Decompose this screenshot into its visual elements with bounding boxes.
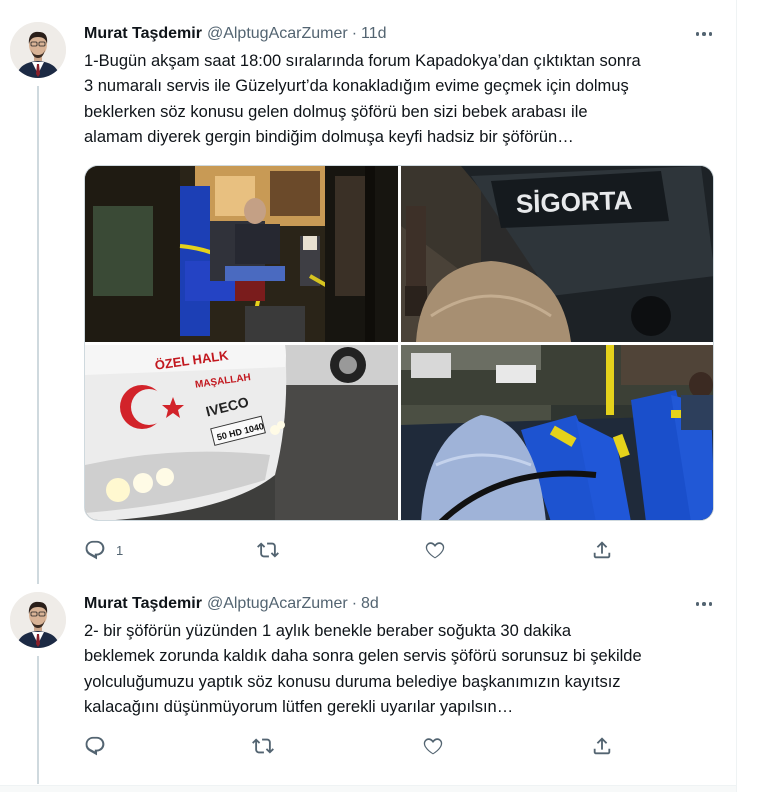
next-tweet-edge: [0, 785, 736, 792]
tweet-text: 1-Bugün akşam saat 18:00 sıralarında for…: [84, 52, 641, 147]
tweet[interactable]: Murat Taşdemir @AlptugAcarZumer · 11d 1-…: [0, 0, 736, 580]
timestamp[interactable]: 11d: [361, 25, 387, 43]
profile-photo: [10, 592, 66, 648]
photo-bus-seats[interactable]: [401, 345, 713, 520]
author-name[interactable]: Murat Taşdemir: [84, 595, 202, 613]
reply-count: 1: [116, 542, 124, 558]
share-button[interactable]: [591, 734, 613, 758]
retweet-icon: [252, 738, 274, 754]
share-button[interactable]: [591, 538, 613, 562]
photo-driver[interactable]: [85, 166, 398, 342]
author-handle[interactable]: @AlptugAcarZumer: [207, 595, 348, 613]
author-handle[interactable]: @AlptugAcarZumer: [207, 25, 348, 43]
photo-minibus-front[interactable]: ÖZEL HALK MAŞALLAH IVECO 50 HD 1040: [85, 345, 398, 520]
author-name[interactable]: Murat Taşdemir: [84, 25, 202, 43]
timestamp[interactable]: 8d: [361, 595, 379, 613]
share-icon: [593, 737, 611, 755]
tweet-text: 2- bir şöförün yüzünden 1 aylık benekle …: [84, 622, 642, 717]
like-icon: [425, 542, 445, 559]
media-divider: [85, 342, 713, 345]
tweet[interactable]: Murat Taşdemir @AlptugAcarZumer · 8d 2- …: [0, 580, 736, 785]
like-button[interactable]: [424, 538, 446, 562]
reply-icon: [85, 736, 105, 756]
photo-bus-stroller[interactable]: SİGORTA: [401, 166, 713, 342]
reply-button[interactable]: 1: [84, 538, 123, 562]
retweet-button[interactable]: [252, 734, 274, 758]
retweet-icon: [257, 542, 279, 558]
tweet-header: Murat Taşdemir @AlptugAcarZumer · 11d: [84, 24, 387, 44]
reply-button[interactable]: [84, 734, 106, 758]
separator-dot: ·: [351, 25, 358, 42]
reply-icon: [85, 540, 105, 560]
tweet-header: Murat Taşdemir @AlptugAcarZumer · 8d: [84, 594, 379, 614]
avatar[interactable]: [10, 22, 66, 78]
timeline-right-border: [736, 0, 737, 792]
like-icon: [423, 738, 443, 755]
retweet-button[interactable]: [257, 538, 279, 562]
share-icon: [593, 541, 611, 559]
separator-dot: ·: [351, 595, 358, 612]
profile-photo: [10, 22, 66, 78]
more-icon[interactable]: [692, 594, 716, 614]
bus-sign-text: SİGORTA: [515, 185, 633, 219]
media-grid: SİGORTA ÖZEL HALK MAŞALLAH IVECO 50 HD 1…: [84, 165, 714, 521]
avatar[interactable]: [10, 592, 66, 648]
more-icon[interactable]: [692, 24, 716, 44]
like-button[interactable]: [422, 734, 444, 758]
